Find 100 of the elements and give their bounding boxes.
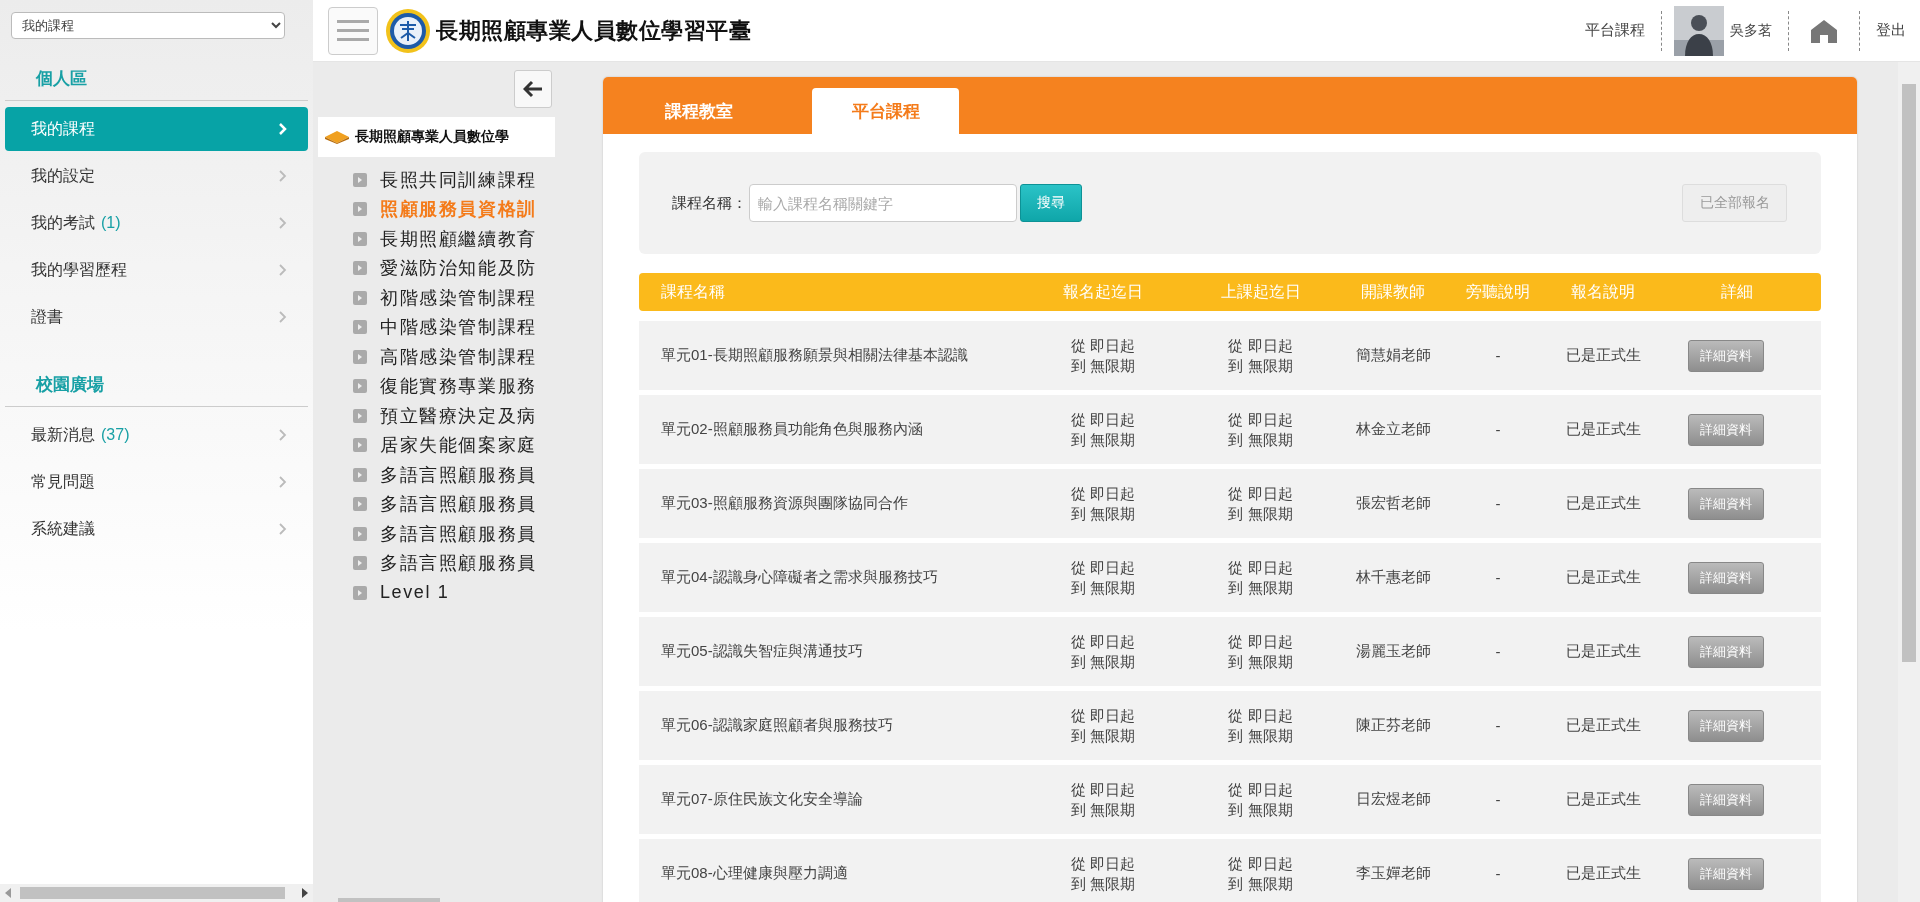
date-text: 從 即日起	[1070, 335, 1136, 356]
node-icon	[353, 349, 367, 364]
avatar-icon	[1674, 5, 1724, 56]
tree-item[interactable]: 復能實務專業服務	[353, 371, 555, 401]
date-text: 到 無限期	[1228, 429, 1293, 450]
node-icon	[353, 320, 367, 335]
menu-icon	[337, 19, 369, 42]
table-cell-text: -	[1494, 717, 1502, 734]
date-text: 從 即日起	[1070, 631, 1136, 652]
column-header: 開課教師	[1360, 281, 1426, 302]
table-cell-text: 陳正芬老師	[1354, 716, 1432, 735]
date-text: 到 無限期	[1070, 355, 1136, 376]
table-cell-text: 日宏煜老師	[1354, 790, 1432, 809]
date-text: 從 即日起	[1070, 557, 1136, 578]
home-icon[interactable]	[1811, 18, 1837, 43]
course-select[interactable]: 我的課程	[11, 12, 285, 39]
tree-item[interactable]: 多語言照顧服務員	[353, 548, 555, 578]
date-text: 到 無限期	[1070, 799, 1136, 820]
tree-item[interactable]: 預立醫療決定及病	[353, 401, 555, 431]
date-text: 到 無限期	[1070, 873, 1136, 894]
table-cell-text: 單元03-照顧服務資源與團隊協同合作	[660, 494, 909, 513]
sidebar-item[interactable]: 我的設定	[5, 154, 308, 198]
sidebar-item[interactable]: 系統建議	[5, 507, 308, 551]
sidebar-item[interactable]: 證書	[5, 295, 308, 339]
logo-icon	[385, 7, 431, 54]
table-cell-text: -	[1494, 347, 1502, 364]
node-icon	[353, 231, 367, 246]
column-header: 報名說明	[1570, 281, 1636, 302]
table-cell-text: 已是正式生	[1564, 346, 1642, 365]
tree-item[interactable]: 愛滋防治知能及防	[353, 253, 555, 283]
date-text: 從 即日起	[1228, 409, 1293, 430]
scrollbar[interactable]	[0, 884, 313, 902]
table-cell-text: -	[1494, 495, 1502, 512]
site-title: 長期照顧專業人員數位學習平臺	[436, 16, 751, 45]
node-icon	[353, 408, 367, 423]
column-header: 詳細	[1720, 281, 1754, 302]
node-icon	[353, 202, 367, 217]
table-cell-text: -	[1494, 569, 1502, 586]
column-header: 上課起迄日	[1219, 281, 1302, 302]
tree-item[interactable]: 多語言照顧服務員	[353, 519, 555, 549]
table-cell-text: 已是正式生	[1564, 642, 1642, 661]
tree-item[interactable]: 中階感染管制課程	[353, 312, 555, 342]
date-text: 到 無限期	[1228, 651, 1293, 672]
column-header: 報名起迄日	[1062, 281, 1144, 302]
table-cell-text: 單元08-心理健康與壓力調適	[660, 864, 849, 883]
date-text: 到 無限期	[1070, 651, 1136, 672]
search-field[interactable]: 輸入課程名稱關鍵字	[749, 184, 1017, 222]
tree-root[interactable]: 長期照顧專業人員數位學	[318, 117, 555, 157]
node-icon	[353, 438, 367, 453]
chevron-icon	[279, 264, 287, 276]
node-icon	[353, 585, 367, 600]
date-text: 從 即日起	[1228, 335, 1293, 356]
nav-link[interactable]: 平台課程	[1569, 21, 1661, 40]
column-header: 課程名稱	[660, 281, 726, 302]
back-button[interactable]	[514, 70, 552, 108]
tree-item[interactable]: 長照共同訓練課程	[353, 165, 555, 195]
date-text: 到 無限期	[1228, 577, 1293, 598]
table-cell-text: 林金立老師	[1354, 420, 1432, 439]
date-text: 到 無限期	[1228, 355, 1293, 376]
scrollbar[interactable]	[338, 898, 440, 902]
chevron-icon	[279, 523, 287, 535]
node-icon	[353, 467, 367, 482]
chevron-icon	[279, 476, 287, 488]
right-arrow-icon[interactable]	[301, 888, 309, 898]
date-text: 從 即日起	[1228, 557, 1293, 578]
table-cell-text: 單元05-認識失智症與溝通技巧	[660, 642, 864, 661]
table-cell-text: 湯麗玉老師	[1354, 642, 1432, 661]
sidebar-item[interactable]: 我的學習歷程	[5, 248, 308, 292]
item-count: (1)	[101, 213, 121, 231]
menu-button[interactable]	[328, 6, 378, 55]
node-icon	[353, 526, 367, 541]
node-icon	[353, 261, 367, 276]
node-icon	[353, 172, 367, 187]
date-text: 從 即日起	[1228, 631, 1293, 652]
sidebar-item[interactable]: 最新消息 (37)	[5, 413, 308, 457]
table-cell-text: 單元07-原住民族文化安全導論	[660, 790, 864, 809]
tree-item[interactable]: 高階感染管制課程	[353, 342, 555, 372]
tree-item[interactable]: 多語言照顧服務員	[353, 460, 555, 490]
table-cell-text: 已是正式生	[1564, 790, 1642, 809]
tree-item[interactable]: 居家失能個案家庭	[353, 430, 555, 460]
date-text: 從 即日起	[1070, 705, 1136, 726]
logout-link[interactable]: 登出	[1860, 21, 1906, 40]
date-text: 從 即日起	[1070, 409, 1136, 430]
sidebar-item[interactable]: 常見問題	[5, 460, 308, 504]
table-cell-text: 已是正式生	[1564, 864, 1642, 883]
field-label: 課程名稱：	[672, 193, 747, 213]
section-heading: 校園廣場	[5, 361, 308, 407]
table-cell-text: 已是正式生	[1564, 494, 1642, 513]
node-icon	[353, 290, 367, 305]
chevron-icon	[279, 429, 287, 441]
column-header: 旁聽說明	[1465, 281, 1531, 302]
left-arrow-icon[interactable]	[4, 888, 12, 898]
tree-item[interactable]: 長期照顧繼續教育	[353, 224, 555, 254]
tree-item[interactable]: Level 1	[353, 578, 555, 608]
table-cell-text: 簡慧娟老師	[1354, 346, 1432, 365]
tree-item[interactable]: 初階感染管制課程	[353, 283, 555, 313]
sidebar-item[interactable]: 我的考試 (1)	[5, 201, 308, 245]
section-heading: 個人區	[5, 55, 308, 101]
table-cell-text: -	[1494, 865, 1502, 882]
tree-item[interactable]: 多語言照顧服務員	[353, 489, 555, 519]
